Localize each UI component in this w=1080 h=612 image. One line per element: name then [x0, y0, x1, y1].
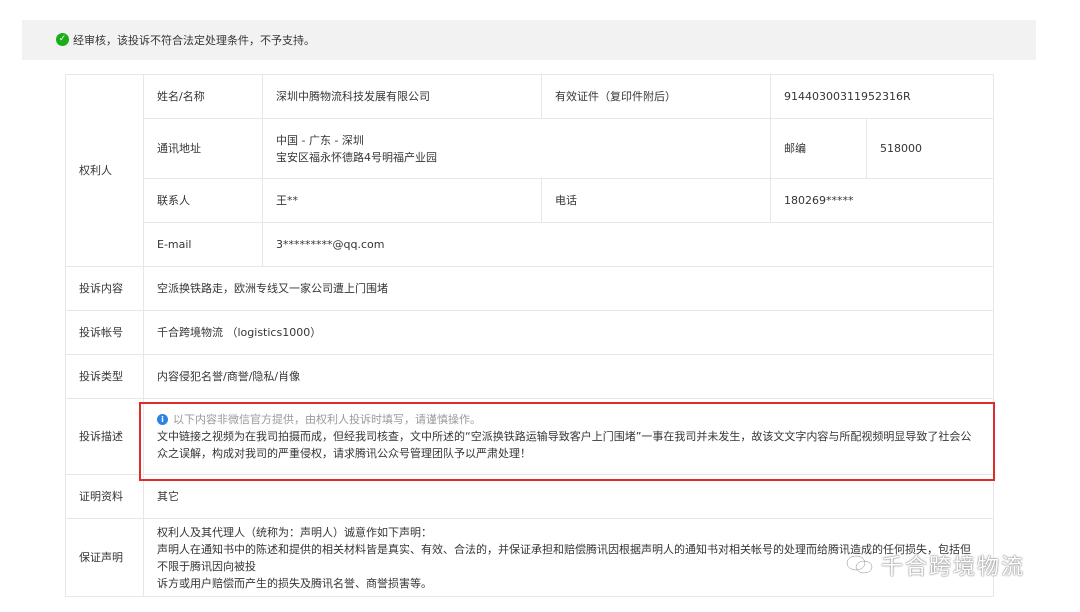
address-value: 中国 - 广东 - 深圳 宝安区福永怀德路4号明福产业园: [262, 118, 771, 179]
complaint-desc-label: 投诉描述: [65, 398, 144, 475]
wechat-logo-icon: [845, 554, 875, 576]
email-value: 3*********@qq.com: [262, 222, 994, 267]
id-label: 有效证件（复印件附后）: [541, 74, 771, 119]
evidence-value: 其它: [143, 474, 994, 519]
table-row: 投诉内容 空派换铁路走，欧洲专线又一家公司遭上门围堵: [65, 266, 994, 311]
postcode-label: 邮编: [770, 118, 867, 179]
address-line-2: 宝安区福永怀德路4号明福产业园: [276, 150, 437, 164]
phone-label: 电话: [541, 178, 771, 223]
id-value: 91440300311952316R: [770, 74, 994, 119]
contact-value: 王**: [262, 178, 542, 223]
table-row: 联系人 王** 电话 180269*****: [66, 178, 994, 223]
table-row: 通讯地址 中国 - 广东 - 深圳 宝安区福永怀德路4号明福产业园 邮编 518…: [66, 118, 994, 179]
postcode-value: 518000: [866, 118, 994, 179]
complaint-account-value: 千合跨境物流 （logistics1000）: [143, 310, 994, 355]
rights-holder-label: 权利人: [65, 74, 144, 267]
desc-text: 文中链接之视频为在我司拍摄而成，但经我司核查，文中所述的“空派换铁路运输导致客户…: [157, 430, 972, 460]
contact-label: 联系人: [143, 178, 263, 223]
desc-tip: i 以下内容非微信官方提供，由权利人投诉时填写，请谨慎操作。: [157, 411, 980, 428]
complaint-desc-value: i 以下内容非微信官方提供，由权利人投诉时填写，请谨慎操作。 文中链接之视频为在…: [143, 398, 994, 475]
complaint-account-label: 投诉帐号: [65, 310, 144, 355]
complaint-content-label: 投诉内容: [65, 266, 144, 311]
info-icon: i: [157, 414, 168, 425]
review-result-text: 经审核，该投诉不符合法定处理条件，不予支持。: [73, 34, 315, 47]
watermark-text: 千合跨境物流: [881, 555, 1026, 580]
complaint-content-value: 空派换铁路走，欧洲专线又一家公司遭上门围堵: [143, 266, 994, 311]
guarantee-label: 保证声明: [65, 518, 144, 597]
complaint-type-value: 内容侵犯名誉/商誉/隐私/肖像: [143, 354, 994, 399]
table-row: 投诉描述 i 以下内容非微信官方提供，由权利人投诉时填写，请谨慎操作。 文中链接…: [65, 398, 994, 475]
address-line-1: 中国 - 广东 - 深圳: [276, 133, 364, 147]
table-row: 证明资料 其它: [65, 474, 994, 519]
complaint-details-table: 权利人 姓名/名称 深圳中腾物流科技发展有限公司 有效证件（复印件附后） 914…: [65, 74, 994, 597]
table-row: 投诉类型 内容侵犯名誉/商誉/隐私/肖像: [65, 354, 994, 399]
watermark: 千合跨境物流: [845, 549, 1025, 581]
desc-tip-text: 以下内容非微信官方提供，由权利人投诉时填写，请谨慎操作。: [173, 413, 481, 426]
name-value: 深圳中腾物流科技发展有限公司: [262, 74, 542, 119]
address-label: 通讯地址: [143, 118, 263, 179]
evidence-label: 证明资料: [65, 474, 144, 519]
complaint-type-label: 投诉类型: [65, 354, 144, 399]
email-label: E-mail: [143, 222, 263, 267]
table-row: E-mail 3*********@qq.com: [66, 222, 994, 267]
table-row: 权利人 姓名/名称 深圳中腾物流科技发展有限公司 有效证件（复印件附后） 914…: [65, 74, 994, 267]
name-label: 姓名/名称: [143, 74, 263, 119]
check-circle-icon: ✓: [56, 33, 69, 46]
review-result-notice: ✓ 经审核，该投诉不符合法定处理条件，不予支持。: [22, 20, 1036, 60]
guarantee-line-1: 权利人及其代理人（统称为：声明人）诚意作如下声明：: [157, 525, 432, 539]
phone-value: 180269*****: [770, 178, 994, 223]
table-row: 投诉帐号 千合跨境物流 （logistics1000）: [65, 310, 994, 355]
